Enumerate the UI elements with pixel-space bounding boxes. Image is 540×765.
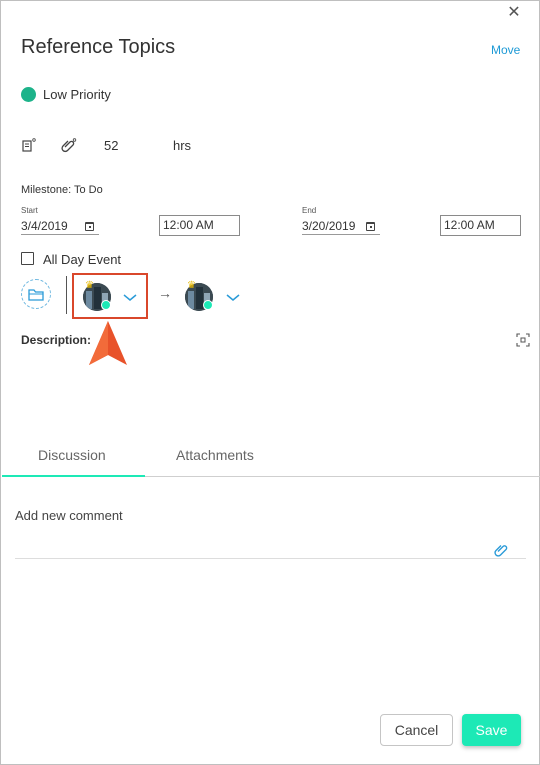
comment-underline [15, 558, 526, 559]
priority-dot-icon[interactable] [21, 87, 36, 102]
hours-value[interactable]: 52 [104, 138, 118, 153]
notes-icon[interactable] [21, 137, 37, 153]
end-date-underline [302, 234, 380, 235]
crown-icon: ♛ [85, 280, 94, 291]
tab-attachments[interactable]: Attachments [176, 447, 254, 463]
assignee-online-badge [203, 300, 213, 310]
owner-chevron-down-icon[interactable] [122, 290, 138, 301]
all-day-checkbox[interactable] [21, 252, 34, 265]
save-button[interactable]: Save [462, 714, 521, 746]
milestone-label[interactable]: Milestone: To Do [21, 184, 103, 196]
priority-label[interactable]: Low Priority [43, 87, 111, 102]
attach-paperclip-icon[interactable] [493, 541, 509, 557]
pointer-arrow-icon [87, 319, 129, 367]
start-label: Start [21, 206, 38, 215]
end-label: End [302, 206, 317, 215]
hours-unit: hrs [173, 138, 192, 153]
paperclip-icon[interactable] [61, 137, 77, 153]
start-date-input[interactable]: 3/4/2019 [21, 219, 68, 233]
assignment-divider [66, 276, 67, 314]
start-time-input[interactable]: 12:00 AM [159, 215, 240, 236]
description-label: Description: [21, 333, 92, 347]
dialog-title: Reference Topics [21, 36, 176, 58]
expand-icon[interactable] [516, 333, 530, 347]
close-icon[interactable]: ✕ [506, 5, 522, 21]
move-link[interactable]: Move [491, 43, 520, 57]
folder-button[interactable] [21, 279, 51, 309]
comment-input[interactable]: Add new comment [15, 508, 123, 523]
cancel-button[interactable]: Cancel [380, 714, 453, 746]
end-calendar-icon[interactable] [366, 222, 375, 231]
all-day-label[interactable]: All Day Event [43, 252, 121, 267]
assign-arrow-icon: → [158, 285, 172, 301]
tab-discussion[interactable]: Discussion [38, 447, 106, 463]
task-dialog: ✕ Reference Topics Move Low Priority 52 … [0, 0, 540, 765]
tab-active-indicator [2, 475, 145, 477]
owner-online-badge [101, 300, 111, 310]
folder-icon [28, 289, 44, 301]
assignee-chevron-down-icon[interactable] [225, 290, 241, 301]
crown-icon: ♛ [187, 280, 196, 291]
end-time-input[interactable]: 12:00 AM [440, 215, 521, 236]
start-calendar-icon[interactable] [85, 222, 94, 231]
end-date-input[interactable]: 3/20/2019 [302, 219, 355, 233]
start-date-underline [21, 234, 99, 235]
